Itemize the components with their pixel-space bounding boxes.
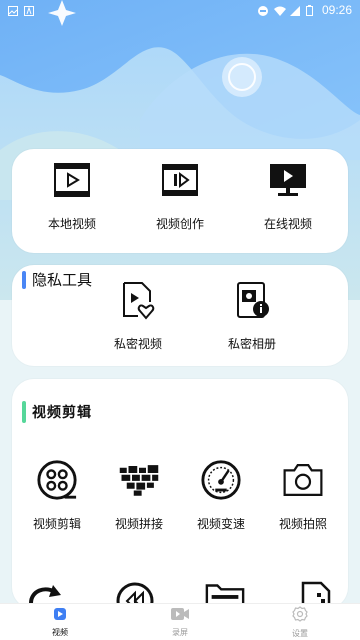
film-reel-icon [36, 459, 78, 501]
tool-label: 视频剪辑 [32, 517, 81, 531]
tool-video-snapshot[interactable]: 视频拍照 [262, 459, 344, 532]
status-bar: 09:26 [0, 0, 360, 20]
tool-video-merge[interactable]: 视频拼接 [98, 459, 180, 532]
privacy-section-header: 隐私工具 [22, 269, 92, 290]
battery-icon [305, 5, 316, 16]
tab-settings[interactable]: 设置 [260, 605, 340, 639]
tool-label: 视频拍照 [278, 517, 327, 531]
tool-video-speed[interactable]: 视频变速 [180, 459, 262, 532]
tool-label: 私密视频 [113, 337, 162, 351]
section-accent-bar [22, 401, 26, 423]
tab-label: 录屏 [172, 628, 188, 637]
app-notification-icon [24, 5, 34, 16]
tool-label: 视频变速 [196, 517, 245, 531]
tool-label: 私密相册 [227, 337, 276, 351]
private-video-icon [117, 279, 159, 321]
tool-label: 本地视频 [47, 217, 96, 231]
signal-icon [289, 5, 300, 16]
tool-online-video[interactable]: 在线视频 [243, 159, 333, 232]
tool-video-cut[interactable]: 视频剪辑 [16, 459, 98, 532]
section-accent-bar [22, 270, 26, 289]
puzzle-icon [118, 459, 160, 501]
dnd-icon [257, 5, 268, 16]
main-tools-card: 本地视频 视频创作 在线视频 [12, 149, 348, 253]
camera-icon [282, 459, 324, 501]
film-play-icon [51, 159, 93, 201]
tool-private-video[interactable]: 私密视频 [108, 279, 168, 352]
tool-video-creation[interactable]: 视频创作 [135, 159, 225, 232]
speedometer-icon [200, 459, 242, 501]
screen-record-icon [170, 606, 190, 625]
privacy-tools-card: 隐私工具 私密视频 私密相册 [12, 265, 348, 366]
video-tab-icon [53, 606, 67, 625]
bottom-tab-bar: 视频 录屏 设置 [0, 603, 360, 640]
section-title: 视频剪辑 [32, 405, 92, 421]
editing-section-header: 视频剪辑 [22, 401, 92, 423]
film-edit-icon [159, 159, 201, 201]
section-title: 隐私工具 [32, 271, 93, 289]
status-time: 09:26 [321, 3, 352, 17]
tab-video[interactable]: 视频 [20, 606, 100, 638]
wifi-icon [273, 5, 286, 16]
tool-label: 视频拼接 [114, 517, 163, 531]
tool-label: 视频创作 [155, 217, 204, 231]
tool-private-album[interactable]: 私密相册 [222, 279, 282, 352]
tab-label: 视频 [52, 628, 68, 637]
tab-label: 设置 [292, 628, 308, 638]
video-editing-card: 视频剪辑 视频剪辑 视频拼接 视频变速 视频拍照 [12, 379, 348, 611]
tool-local-video[interactable]: 本地视频 [27, 159, 117, 232]
tool-label: 在线视频 [263, 217, 312, 231]
image-notification-icon [8, 5, 18, 16]
settings-icon [292, 605, 308, 626]
tab-screen-record[interactable]: 录屏 [140, 606, 220, 638]
monitor-play-icon [267, 159, 309, 201]
private-album-icon [231, 279, 273, 321]
